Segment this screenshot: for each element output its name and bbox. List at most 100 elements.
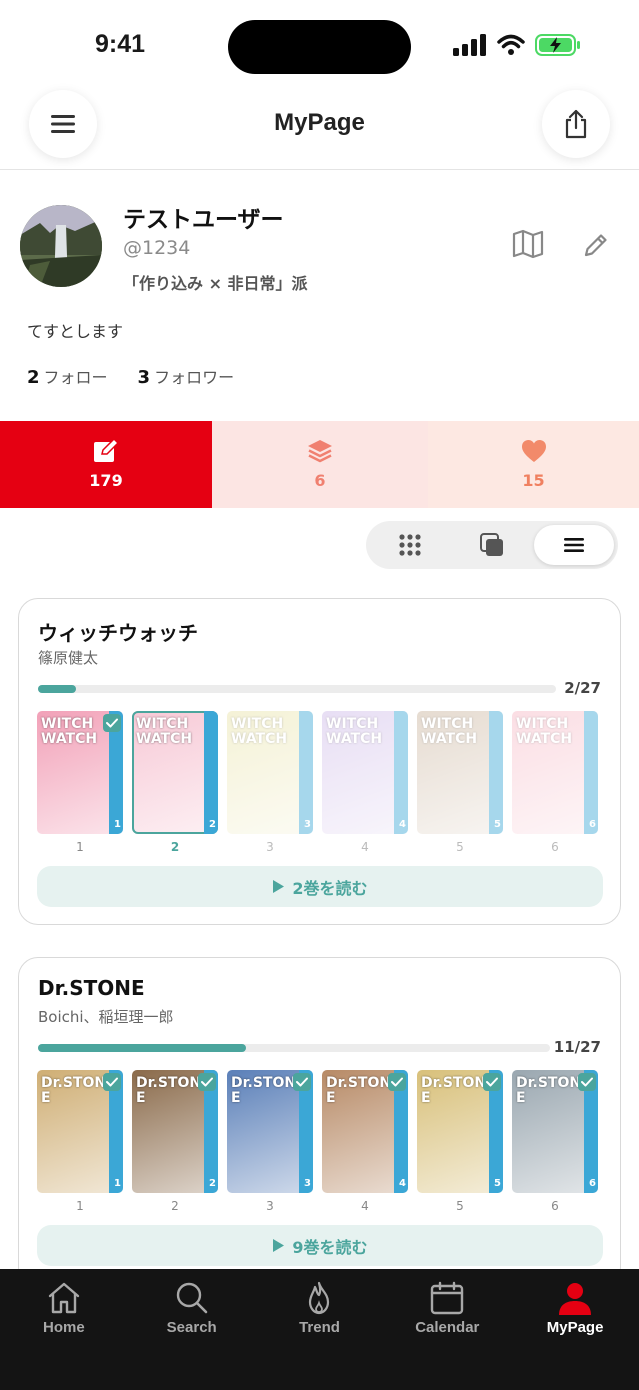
volume-cover[interactable]: Dr.STONE 2 [132,1070,218,1193]
tab-bookshelf[interactable]: 6 [212,421,428,508]
cover-volume-number: 2 [209,1178,216,1189]
avatar-waterfall-image [20,205,102,287]
reading-progress-text: 11/27 [553,1038,601,1056]
volume-item[interactable]: WITCH WATCH 5 5 [417,711,503,854]
volume-cover[interactable]: WITCH WATCH 5 [417,711,503,834]
cover-volume-number: 4 [399,819,406,830]
share-button[interactable] [542,90,610,158]
nav-label: Calendar [415,1319,480,1336]
map-icon [512,229,544,259]
read-next-volume-button[interactable]: 2巻を読む [37,866,603,907]
stat-count: 15 [522,471,545,490]
cover-volume-number: 3 [304,1178,311,1189]
nav-label: Search [166,1319,217,1336]
series-author: 篠原健太 [38,649,99,667]
volume-number-label: 5 [456,840,464,854]
cover-spine [489,711,503,834]
view-mode-toggle [366,521,618,569]
volume-item[interactable]: WITCH WATCH 2 2 [132,711,218,854]
nav-trend[interactable]: Trend [256,1269,384,1390]
volume-cover[interactable]: WITCH WATCH 6 [512,711,598,834]
volume-item[interactable]: WITCH WATCH 3 3 [227,711,313,854]
read-check-icon [103,714,121,732]
bottom-nav: Home Search Trend Calendar MyPage [0,1269,639,1390]
nav-calendar[interactable]: Calendar [383,1269,511,1390]
cover-title: WITCH WATCH [516,716,573,747]
nav-label: Home [43,1319,85,1336]
following-link[interactable]: 2 フォロー [27,364,108,388]
play-icon [273,1239,285,1252]
volume-cover[interactable]: Dr.STONE 5 [417,1070,503,1193]
cover-title: Dr.STONE [516,1075,582,1106]
list-view-option[interactable] [534,525,614,565]
stats-tabs: 179 6 15 [0,421,639,508]
cover-title: Dr.STONE [231,1075,297,1106]
volume-cover[interactable]: WITCH WATCH 1 [37,711,123,834]
volume-cover[interactable]: Dr.STONE 3 [227,1070,313,1193]
tab-likes[interactable]: 15 [428,421,639,508]
cover-title: WITCH WATCH [421,716,478,747]
reading-progress-bar [38,1044,550,1052]
read-check-icon [198,1073,216,1091]
volume-cover[interactable]: Dr.STONE 6 [512,1070,598,1193]
volume-number-label: 3 [266,1199,274,1213]
volume-item[interactable]: WITCH WATCH 1 1 [37,711,123,854]
volume-item[interactable]: Dr.STONE 2 2 [132,1070,218,1213]
nav-home[interactable]: Home [0,1269,128,1390]
volume-item[interactable]: Dr.STONE 3 3 [227,1070,313,1213]
series-title: Dr.STONE [38,976,145,1000]
pencil-icon [584,234,607,257]
avatar[interactable] [20,205,102,287]
cover-volume-number: 4 [399,1178,406,1189]
volume-number-label: 3 [266,840,274,854]
play-icon [273,880,285,893]
volume-cover[interactable]: Dr.STONE 4 [322,1070,408,1193]
followers-link[interactable]: 3 フォロワー [138,364,235,388]
series-card[interactable]: ウィッチウォッチ 篠原健太 2/27 WITCH WATCH 1 1 WITCH WA… [18,598,621,925]
volume-cover[interactable]: WITCH WATCH 2 [132,711,218,834]
volume-number-label: 6 [551,1199,559,1213]
dynamic-island [228,20,411,74]
volume-cover[interactable]: WITCH WATCH 4 [322,711,408,834]
volume-list: Dr.STONE 1 1 Dr.STONE 2 2 Dr.STONE 3 3 Dr.STONE 4 4… [37,1070,598,1213]
volume-item[interactable]: WITCH WATCH 4 4 [322,711,408,854]
read-check-icon [388,1073,406,1091]
home-icon [48,1282,80,1314]
cover-title: Dr.STONE [326,1075,392,1106]
read-button-label: 9巻を読む [292,1237,368,1257]
read-next-volume-button[interactable]: 9巻を読む [37,1225,603,1266]
nav-label: Trend [299,1319,340,1336]
grid-view-option[interactable] [370,525,450,565]
cover-volume-number: 3 [304,819,311,830]
volume-number-label: 5 [456,1199,464,1213]
cover-title: WITCH WATCH [136,716,193,747]
stack-view-option[interactable] [452,525,532,565]
volume-number-label: 1 [76,840,84,854]
tab-reviews[interactable]: 179 [0,421,212,508]
read-check-icon [483,1073,501,1091]
edit-profile-button[interactable] [582,231,610,263]
volume-number-label: 1 [76,1199,84,1213]
volume-item[interactable]: Dr.STONE 4 4 [322,1070,408,1213]
series-card[interactable]: Dr.STONE Boichi、稲垣理一郎 11/27 Dr.STONE 1 1 Dr… [18,957,621,1287]
volume-item[interactable]: Dr.STONE 5 5 [417,1070,503,1213]
top-header: MyPage [0,82,639,170]
cover-volume-number: 6 [589,819,596,830]
volume-cover[interactable]: WITCH WATCH 3 [227,711,313,834]
nav-search[interactable]: Search [128,1269,256,1390]
cover-spine [584,711,598,834]
cover-title: Dr.STONE [421,1075,487,1106]
cover-volume-number: 5 [494,1178,501,1189]
flame-icon [309,1281,330,1315]
status-icons [453,34,581,56]
volume-item[interactable]: Dr.STONE 1 1 [37,1070,123,1213]
user-icon [559,1283,592,1315]
volume-item[interactable]: Dr.STONE 6 6 [512,1070,598,1213]
volume-number-label: 4 [361,840,369,854]
volume-item[interactable]: WITCH WATCH 6 6 [512,711,598,854]
nav-mypage[interactable]: MyPage [511,1269,639,1390]
map-button[interactable] [512,229,544,263]
volume-cover[interactable]: Dr.STONE 1 [37,1070,123,1193]
nav-label: MyPage [546,1319,604,1336]
read-check-icon [103,1073,121,1091]
